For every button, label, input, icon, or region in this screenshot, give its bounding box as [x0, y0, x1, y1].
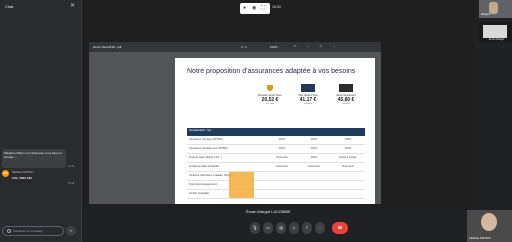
table-cell: Honoraires chirurgie (OPTAM) [189, 138, 223, 141]
present-button[interactable]: ⇪ [302, 222, 312, 234]
message-time: 10:44 [68, 165, 75, 168]
pdf-actions[interactable]: ↻ ⤓ ⎙ ⋮ [294, 44, 374, 50]
pdf-filename: Devis 40ue3238...pdf [93, 45, 122, 49]
pdf-zoom[interactable]: 100% [270, 45, 278, 49]
chat-title: Chat [5, 4, 14, 9]
self-name: Mélissa MATON [469, 236, 491, 240]
mic-icon[interactable]: ● [243, 5, 246, 11]
table-cell: Frais réels [276, 165, 288, 168]
message-time: 10:46 [68, 182, 75, 185]
chat-message: Cité, 5800 180 [12, 176, 32, 180]
chat-message: Madame Maton, il m'intéresse vous êtes e… [2, 149, 66, 168]
call-controls: 🎙 ▭ ▤ ☺ ⇪ ⋮ ☎ [250, 222, 350, 236]
table-cell: Frais de séjour (Ehpa, FHJ...) [189, 156, 222, 159]
stage-toolbar: ● ◉ ⛶ [240, 3, 270, 14]
table-cell: Frais réels [276, 156, 288, 159]
table-cell: 100% [344, 147, 352, 150]
pdf-page: Notre proposition d'assurances adaptée à… [175, 58, 375, 204]
end-call-button[interactable]: ☎ [332, 222, 348, 234]
table-cell: Frais réels [308, 165, 320, 168]
section-band: Hospitalisation : fais [187, 128, 365, 136]
emoji-icon[interactable] [7, 229, 11, 233]
plan-price-sub: par mois [266, 103, 274, 105]
close-icon[interactable]: ✕ [70, 3, 75, 9]
chat-input-placeholder: Saisissez un message [13, 229, 43, 233]
table-cell: 100% [310, 138, 318, 141]
emoji-button[interactable]: ☺ [289, 222, 299, 234]
camera-button[interactable]: ▭ [263, 222, 273, 234]
table-row: Confort hospitalier [187, 190, 365, 199]
meeting-window: Chat ✕ Madame Maton, il m'intéresse vous… [0, 0, 512, 242]
more-options-button[interactable]: ⋮ [315, 222, 325, 234]
presenter-caption: Écran Margot LACOMBE [244, 209, 293, 214]
message-sender: Mélissa MATON [12, 170, 34, 174]
pdf-page-indicator[interactable]: 1 / 1 [241, 45, 247, 49]
chat-panel: Chat ✕ Madame Maton, il m'intéresse vous… [0, 0, 82, 242]
insurer-logo-icon [339, 84, 353, 92]
table-cell: 100% [310, 147, 318, 150]
table-cell: Forfait journalier hospitalier [189, 165, 220, 168]
table-row: Chambre particulière (maladie, chirurgie… [187, 172, 365, 181]
pdf-toolbar: Devis 40ue3238...pdf 1 / 1 100% ↻ ⤓ ⎙ ⋮ [89, 42, 381, 52]
participant-name: Margot L [481, 13, 491, 16]
stage-time: 10:24 [272, 5, 281, 9]
mic-button[interactable]: 🎙 [250, 222, 260, 234]
circle-icon[interactable]: ◉ [252, 5, 256, 11]
table-cell: Reste à charge [339, 156, 357, 159]
chat-header: Chat ✕ [0, 0, 82, 14]
table-cell: Frais réels [342, 165, 354, 168]
participant-tile[interactable]: Margot L [479, 0, 512, 18]
participant-name: Écran Margot [489, 38, 505, 41]
coverage-table: Honoraires chirurgie (OPTAM) 100% 100% 100%… [187, 136, 365, 199]
plan-price-sub: par mois [304, 103, 312, 105]
highlight-mark [229, 172, 254, 198]
send-icon[interactable]: ➤ [66, 226, 76, 236]
fullscreen-icon[interactable]: ⛶ [261, 5, 265, 11]
table-row: Honoraires chirurgie (OPTAM) 100% 100% 100% [187, 136, 365, 145]
table-cell: 100% [310, 156, 318, 159]
insurer-logo-icon [301, 84, 315, 92]
avatar: MM [2, 170, 9, 177]
trophy-icon [267, 85, 273, 91]
table-row: Forfait journalier hospitalier Frais réel… [187, 163, 365, 172]
screen-thumbnail [483, 25, 507, 38]
self-video [481, 213, 497, 231]
table-row: Honoraires chirurgie (non OPTAM) 100% 100%… [187, 145, 365, 154]
participant-tile[interactable]: Écran Margot [479, 22, 512, 42]
table-cell: Honoraires chirurgie (non OPTAM) [189, 147, 228, 150]
chat-input[interactable]: Saisissez un message [2, 226, 64, 236]
captions-button[interactable]: ▤ [276, 222, 286, 234]
table-cell: 100% [278, 147, 286, 150]
plan-price-sub: par mois [342, 103, 350, 105]
table-row: Frais d'accompagnement [187, 181, 365, 190]
table-cell: 100% [278, 138, 286, 141]
self-view[interactable]: Mélissa MATON [467, 210, 512, 242]
table-row: Frais de séjour (Ehpa, FHJ...) Frais réel… [187, 154, 365, 163]
pdf-title: Notre proposition d'assurances adaptée à… [187, 68, 356, 75]
table-cell: 100% [344, 138, 352, 141]
